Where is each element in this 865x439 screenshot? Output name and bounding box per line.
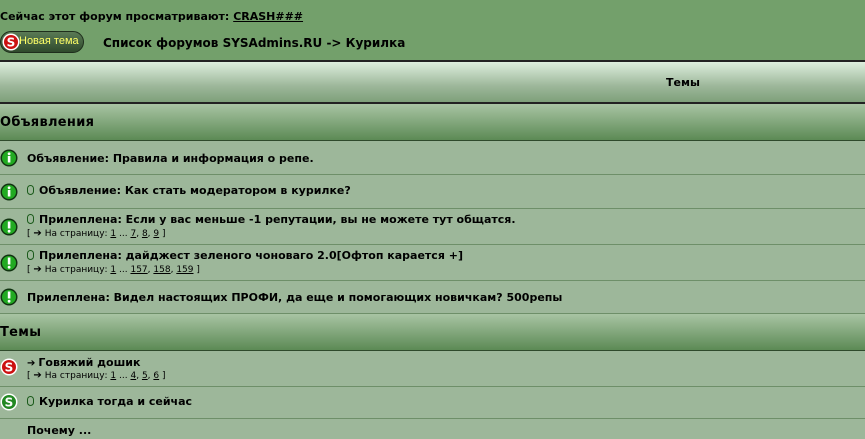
sticky-icon <box>0 218 18 236</box>
hot-topic-icon: S <box>0 358 18 376</box>
topic-title[interactable]: Прилеплена: Если у вас меньше -1 репутац… <box>39 213 516 226</box>
table-header: Темы <box>0 60 865 104</box>
page-link[interactable]: 157 <box>130 265 147 275</box>
topic-row: Прилеплена: дайджест зеленого чоноваго 2… <box>0 245 865 281</box>
topic-icon: S <box>0 393 18 411</box>
topic-row: Прилеплена: Если у вас меньше -1 репутац… <box>0 209 865 245</box>
breadcrumb[interactable]: Список форумов SYSAdmins.RU -> Курилка <box>103 36 405 50</box>
topic-row: Объявление: Правила и информация о репе. <box>0 141 865 175</box>
topic-row: S Курилка тогда и сейчас <box>0 387 865 419</box>
topic-title[interactable]: Прилеплена: дайджест зеленого чоноваго 2… <box>39 249 463 262</box>
topic-title[interactable]: Курилка тогда и сейчас <box>39 395 192 408</box>
page-link[interactable]: 8 <box>142 229 148 239</box>
new-post-icon[interactable]: ➔ <box>27 358 35 369</box>
topic-title[interactable]: Говяжий дошик <box>38 356 140 369</box>
section-title: Темы <box>0 325 42 340</box>
topic-row: S ➔ Говяжий дошик [ ➔ На страницу: 1 ... 4… <box>0 351 865 387</box>
new-topic-icon: S <box>2 33 20 51</box>
goto-page-icon: ➔ <box>33 370 42 381</box>
page-link[interactable]: 1 <box>110 229 116 239</box>
page-link[interactable]: 4 <box>130 371 136 381</box>
topic-row-partial: Почему ... <box>0 419 865 439</box>
page-link[interactable]: 7 <box>130 229 136 239</box>
page-link[interactable]: 5 <box>142 371 148 381</box>
attachment-icon <box>27 214 34 224</box>
sticky-icon <box>0 288 18 306</box>
topic-row: Прилеплена: Видел настоящих ПРОФИ, да ещ… <box>0 281 865 314</box>
new-topic-button[interactable]: S Новая тема <box>0 31 84 53</box>
goto-page-icon: ➔ <box>33 228 42 239</box>
pagination: [ ➔ На страницу: 1 ... 7, 8, 9 ] <box>27 228 166 239</box>
col-topics-header: Темы <box>666 76 700 89</box>
topic-row: Объявление: Как стать модератором в кури… <box>0 175 865 209</box>
svg-text:S: S <box>7 36 16 50</box>
viewing-user-link[interactable]: CRASH### <box>233 10 303 23</box>
topic-title[interactable]: Почему ... <box>27 424 91 437</box>
attachment-icon <box>27 250 34 260</box>
goto-page-icon: ➔ <box>33 264 42 275</box>
svg-text:S: S <box>5 361 14 375</box>
info-icon <box>0 183 18 201</box>
pagination: [ ➔ На страницу: 1 ... 4, 5, 6 ] <box>27 370 166 381</box>
page-link[interactable]: 158 <box>153 265 170 275</box>
svg-text:S: S <box>5 396 14 410</box>
topic-title[interactable]: Объявление: Как стать модератором в кури… <box>39 184 351 197</box>
header: Сейчас этот форум просматривают: CRASH##… <box>0 0 865 62</box>
new-topic-label: Новая тема <box>19 35 79 47</box>
section-topics: Темы <box>0 314 865 351</box>
topic-title[interactable]: Прилеплена: Видел настоящих ПРОФИ, да ещ… <box>27 291 562 304</box>
viewing-users: Сейчас этот форум просматривают: CRASH##… <box>0 10 303 23</box>
attachment-icon <box>27 396 34 406</box>
page-link[interactable]: 159 <box>176 265 193 275</box>
section-title: Объявления <box>0 115 95 130</box>
page-link[interactable]: 1 <box>110 265 116 275</box>
pagination: [ ➔ На страницу: 1 ... 157, 158, 159 ] <box>27 264 200 275</box>
attachment-icon <box>27 185 34 195</box>
viewing-prefix: Сейчас этот форум просматривают: <box>0 10 230 23</box>
topics-table: Темы Объявления Объявление: Правила и ин… <box>0 60 865 439</box>
info-icon <box>0 149 18 167</box>
sticky-icon <box>0 254 18 272</box>
topic-title[interactable]: Объявление: Правила и информация о репе. <box>27 152 314 165</box>
section-announcements: Объявления <box>0 104 865 141</box>
page-link[interactable]: 1 <box>110 371 116 381</box>
